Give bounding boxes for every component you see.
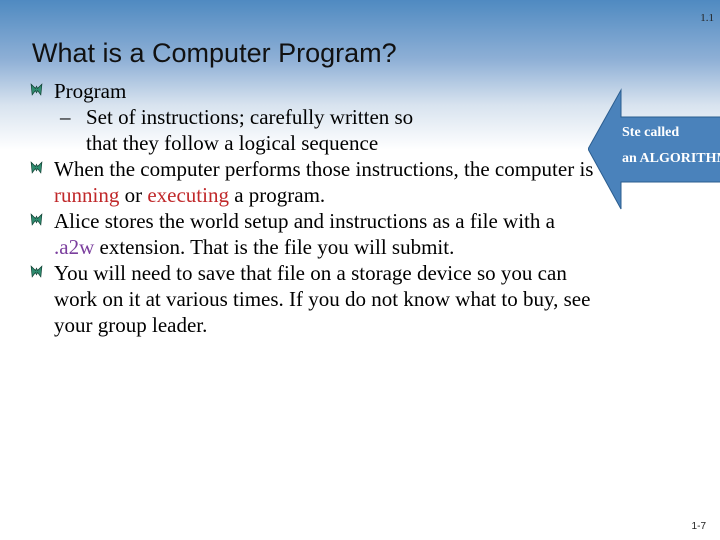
bullet-text: Program xyxy=(54,79,127,103)
bullet-line1: You will need to save that file on a sto… xyxy=(54,261,567,285)
butterfly-bullet-icon xyxy=(30,161,43,174)
butterfly-bullet-icon xyxy=(30,213,43,226)
bullet-line3: your group leader. xyxy=(54,313,208,337)
butterfly-bullet-icon xyxy=(30,265,43,278)
sub-bullet-line1: Set of instructions; carefully written s… xyxy=(86,105,414,129)
bullet-line2: work on it at various times. If you do n… xyxy=(54,287,591,311)
page-number: 1-7 xyxy=(691,521,706,532)
callout-line1: Ste called xyxy=(622,125,680,140)
bullet-alice: Alice stores the world setup and instruc… xyxy=(30,208,710,260)
bullet-line1: Alice stores the world setup and instruc… xyxy=(54,209,555,233)
text-part: or xyxy=(119,183,148,207)
left-arrow-callout-shape xyxy=(588,88,720,210)
dash-marker: – xyxy=(60,105,71,129)
butterfly-bullet-icon xyxy=(30,83,43,96)
term-running: running xyxy=(54,183,120,207)
text-part: a program. xyxy=(228,183,326,207)
bullet-line1: When the computer performs those instruc… xyxy=(54,157,594,181)
term-a2w: .a2w xyxy=(54,235,95,259)
section-number: 1.1 xyxy=(700,12,714,24)
slide-title: What is a Computer Program? xyxy=(32,38,397,68)
callout-line2: an ALGORITHM xyxy=(622,151,720,166)
text-part: extension. That is the file you will sub… xyxy=(94,235,455,259)
bullet-storage: You will need to save that file on a sto… xyxy=(30,260,710,338)
sub-bullet-line2: that they follow a logical sequence xyxy=(86,131,379,155)
term-executing: executing xyxy=(147,183,229,207)
